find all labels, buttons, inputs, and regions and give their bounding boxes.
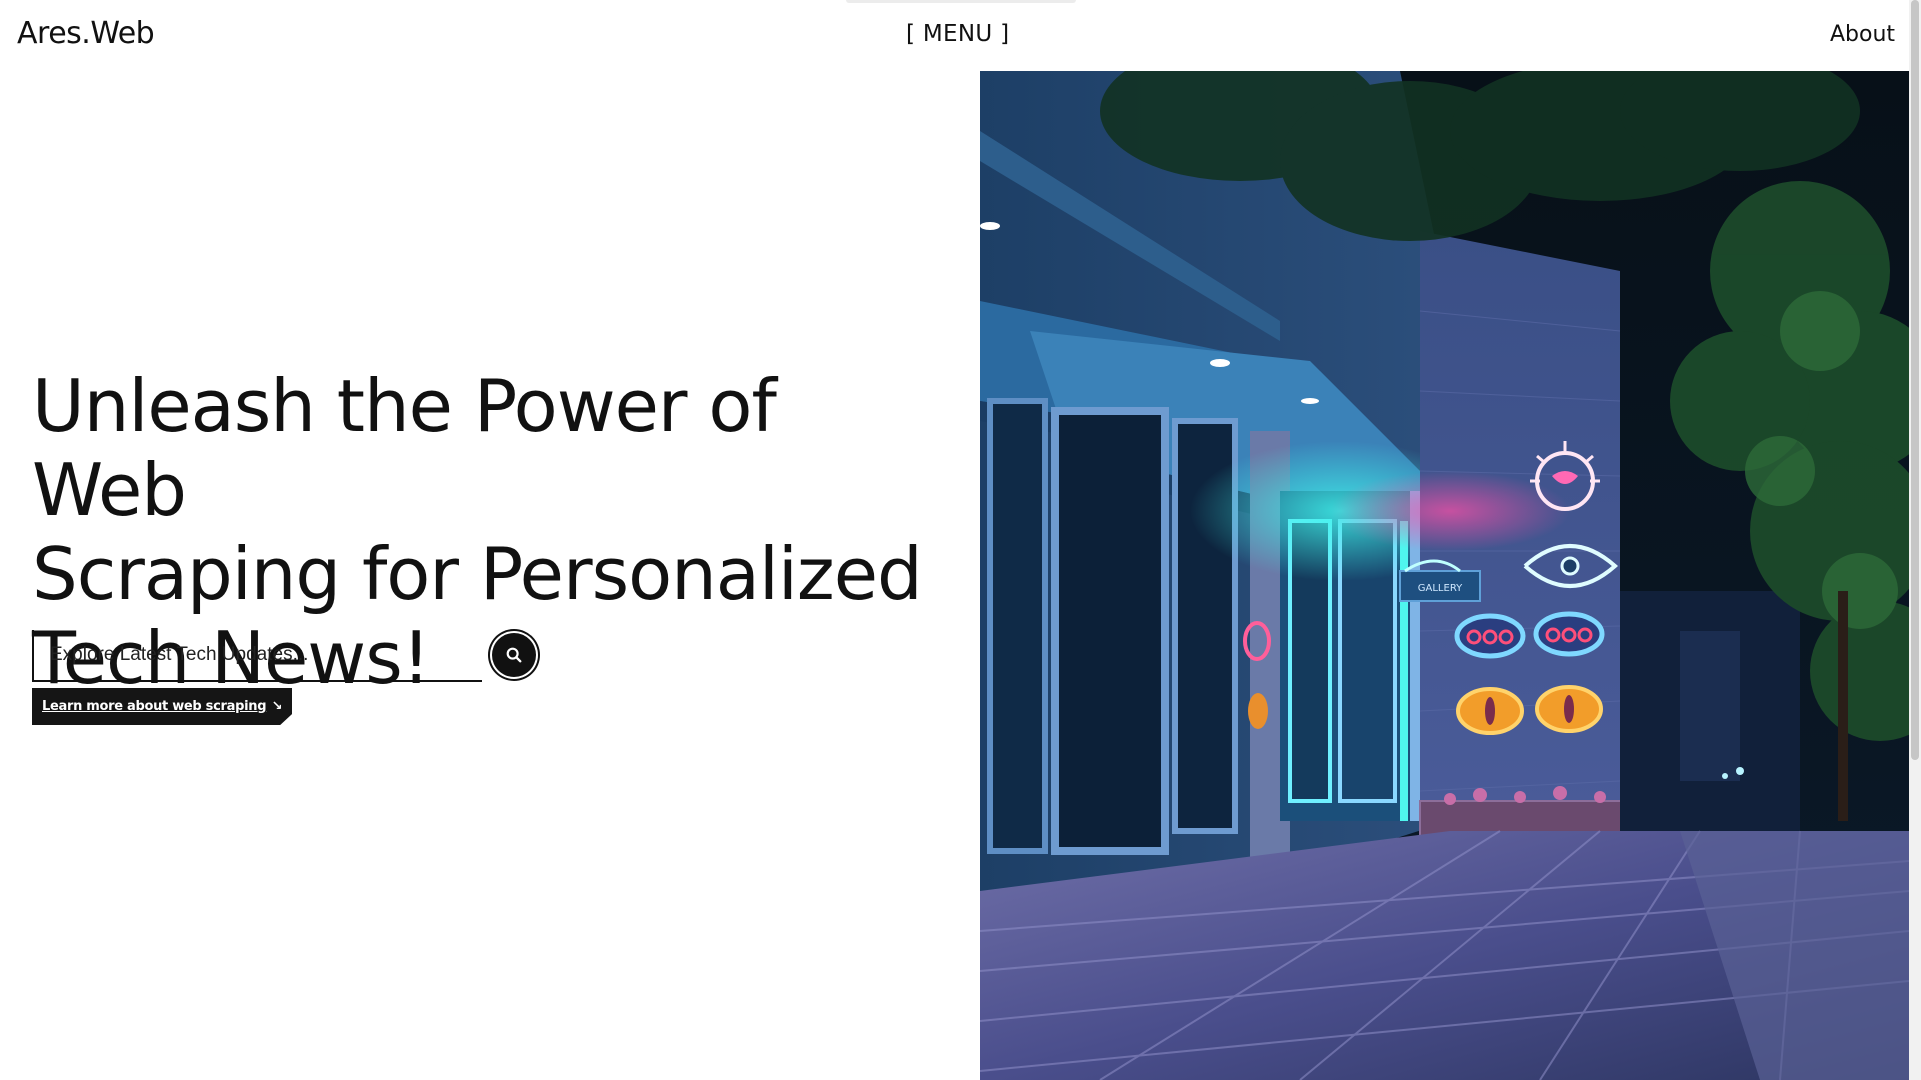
hero-image: GALLERY (980, 71, 1909, 1080)
brand-logo[interactable]: Ares.Web (17, 16, 155, 51)
learn-more-link[interactable]: Learn more about web scraping ↘ (32, 688, 292, 725)
night-street-photo: GALLERY (980, 71, 1909, 1080)
menu-button[interactable]: [ MENU ] (846, 0, 1076, 47)
search-icon (506, 647, 522, 663)
hero-title-line-2: Scraping for Personalized (32, 532, 923, 616)
menu-tab-decoration (846, 0, 1076, 3)
search-field (32, 630, 482, 682)
learn-more-label: Learn more about web scraping (42, 699, 267, 714)
search-button[interactable] (492, 633, 536, 677)
search-input[interactable] (34, 630, 482, 680)
gallery-sign-text: GALLERY (1418, 583, 1463, 594)
about-link[interactable]: About (1830, 22, 1895, 47)
page: Ares.Web [ MENU ] About Unleash the Powe… (0, 0, 1921, 1080)
menu-button-label: [ MENU ] (906, 21, 1010, 47)
site-header: Ares.Web [ MENU ] About (0, 0, 1921, 72)
hero-title-line-1: Unleash the Power of Web (32, 364, 777, 532)
arrow-down-right-icon: ↘ (271, 699, 283, 714)
scrollbar-thumb[interactable] (1911, 0, 1919, 760)
